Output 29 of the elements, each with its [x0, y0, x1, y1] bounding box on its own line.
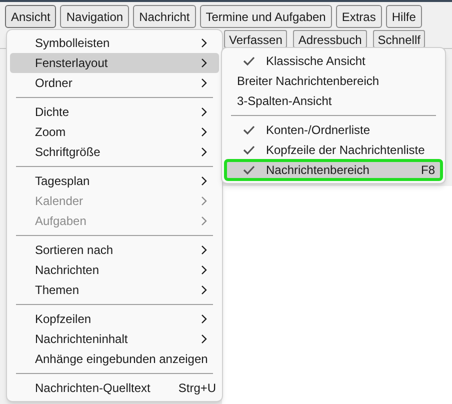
menu-item[interactable]: Nachrichteninhalt — [10, 329, 219, 349]
menubar-item[interactable]: Ansicht — [5, 5, 56, 28]
menubar-item[interactable]: Nachricht — [133, 5, 196, 28]
menu-item[interactable]: Nachrichten-Quelltext Strg+U — [10, 378, 219, 398]
menu-item[interactable]: Fensterlayout — [10, 53, 219, 73]
menu-item[interactable]: Kopfzeile der Nachrichtenliste — [225, 140, 442, 160]
menu-item[interactable]: Symbolleisten — [10, 33, 219, 53]
menu-item[interactable]: Themen — [10, 280, 219, 300]
menu-item[interactable]: Kopfzeilen — [10, 309, 219, 329]
menu-item[interactable]: Nachrichtenbereich F8 — [225, 160, 442, 180]
menubar-item[interactable]: Navigation — [60, 5, 130, 28]
menu-item[interactable]: 3-Spalten-Ansicht — [225, 91, 442, 111]
toolbar-button[interactable]: Verfassen — [224, 30, 288, 48]
menubar-item[interactable]: Termine und Aufgaben — [200, 5, 332, 28]
toolbar-button[interactable]: Schnellf — [372, 30, 426, 48]
menu-item[interactable]: Zoom — [10, 122, 219, 142]
menu-item[interactable]: Schriftgröße — [10, 142, 219, 162]
menu-item[interactable]: Anhänge eingebunden anzeigen — [10, 349, 219, 369]
menu-item[interactable]: Nachrichten — [10, 260, 219, 280]
menu-item[interactable]: Sortieren nach — [10, 240, 219, 260]
menubar-item[interactable]: Extras — [336, 5, 382, 28]
menubar-item[interactable]: Hilfe — [386, 5, 422, 28]
menu-item[interactable]: Konten-/Ordnerliste — [225, 120, 442, 140]
menu-item[interactable]: Dichte — [10, 102, 219, 122]
menu-item[interactable]: Tagesplan — [10, 171, 219, 191]
menu-item[interactable]: Breiter Nachrichtenbereich — [225, 71, 442, 91]
menu-item[interactable]: Ordner — [10, 73, 219, 93]
menu-item[interactable]: Klassische Ansicht — [225, 51, 442, 71]
toolbar-button[interactable]: Adressbuch — [293, 30, 367, 48]
